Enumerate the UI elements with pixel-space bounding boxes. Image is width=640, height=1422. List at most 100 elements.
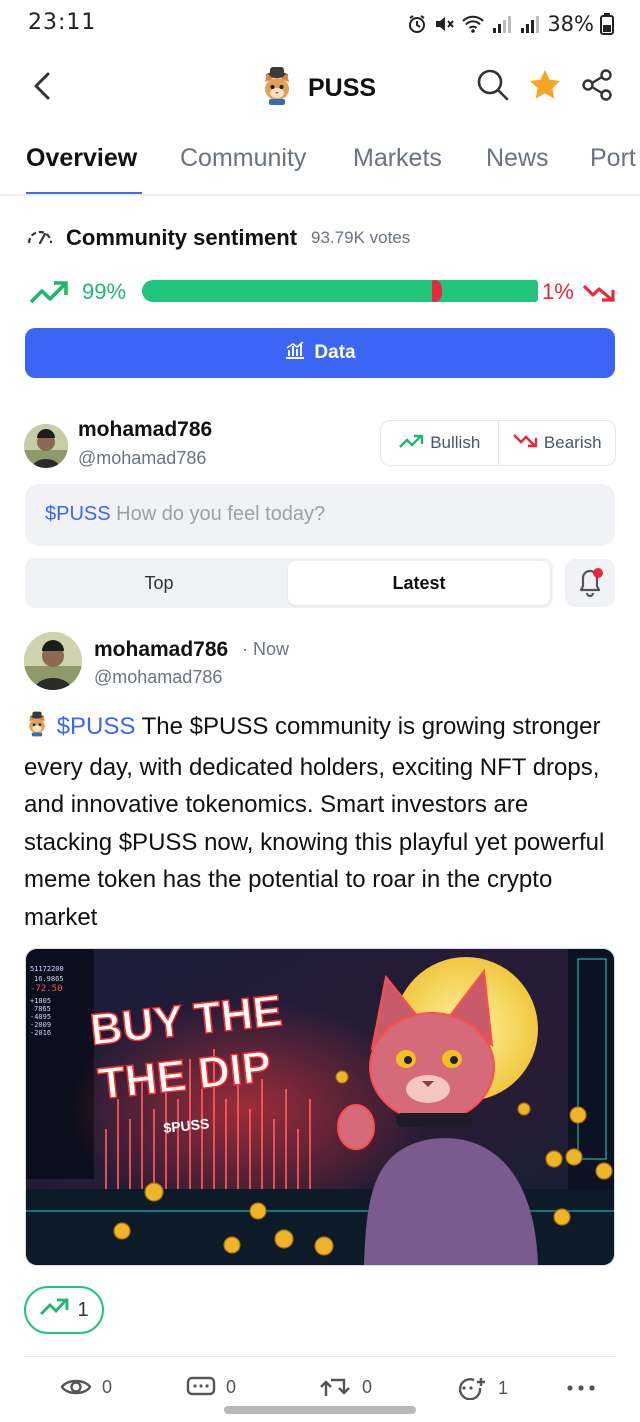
search-icon	[477, 69, 509, 101]
tab-overview[interactable]: Overview	[26, 144, 137, 173]
like-button[interactable]: 1	[24, 1286, 104, 1334]
ticker-number-5: 7865	[34, 1005, 51, 1013]
mute-icon	[433, 14, 455, 34]
sentiment-track	[142, 280, 542, 302]
bullish-percent: 99%	[82, 279, 127, 304]
home-indicator[interactable]	[224, 1406, 416, 1414]
data-button-label: Data	[314, 342, 356, 363]
wifi-icon	[461, 14, 485, 34]
current-user-handle: @mohamad786	[78, 448, 207, 468]
eye-icon	[60, 1379, 92, 1395]
add-reaction-icon	[458, 1378, 485, 1400]
post-header: mohamad786 · Now @mohamad786	[24, 632, 616, 692]
reaction-count: 1	[498, 1377, 509, 1398]
views-count: 0	[102, 1376, 113, 1397]
tab-markets[interactable]: Markets	[353, 144, 442, 173]
ticker-number-7: -2009	[30, 1021, 51, 1029]
ticker-number-8: -2016	[30, 1029, 51, 1037]
trending-up-icon	[39, 1297, 69, 1323]
star-icon	[530, 70, 560, 99]
bar-chart-icon	[284, 340, 306, 366]
comment-icon	[186, 1376, 216, 1396]
post-avatar[interactable]	[24, 632, 82, 690]
puss-logo-icon	[258, 66, 296, 111]
more-options-button[interactable]	[566, 1384, 596, 1392]
like-count: 1	[77, 1298, 89, 1321]
ticker-number-6: -4095	[30, 1013, 51, 1021]
sentiment-header: Community sentiment 93.79K votes	[26, 224, 410, 251]
favorite-button[interactable]	[528, 68, 562, 102]
search-button[interactable]	[476, 68, 510, 102]
repost-count: 0	[362, 1376, 373, 1397]
current-user-name: mohamad786	[78, 418, 213, 441]
sentiment-title: Community sentiment	[66, 224, 298, 250]
sentiment-bar: 99% 1%	[26, 276, 616, 308]
repost-button[interactable]: 0	[318, 1376, 372, 1398]
puss-logo-icon	[24, 711, 50, 749]
trending-down-icon	[512, 433, 538, 454]
status-icons: 38%	[407, 12, 614, 36]
ticker-number-3: -72.50	[30, 984, 63, 994]
battery-icon	[600, 13, 614, 35]
compose-input[interactable]: $PUSS How do you feel today?	[25, 484, 615, 546]
share-button[interactable]	[580, 68, 614, 102]
repost-icon	[320, 1378, 350, 1396]
reaction-button[interactable]: 1	[452, 1376, 508, 1400]
views-button[interactable]: 0	[60, 1376, 112, 1398]
notifications-button[interactable]	[565, 559, 615, 607]
ticker-number-2: 16.9865	[34, 975, 64, 983]
more-icon	[567, 1385, 595, 1391]
token-title: PUSS	[258, 66, 376, 111]
data-button[interactable]: Data	[25, 328, 615, 378]
active-tab-indicator	[26, 192, 142, 194]
sort-top-tab[interactable]: Top	[28, 561, 290, 605]
chevron-left-icon	[34, 72, 50, 100]
bearish-label: Bearish	[543, 433, 602, 452]
tab-community[interactable]: Community	[180, 144, 306, 173]
post-handle: @mohamad786	[94, 667, 223, 687]
share-icon	[582, 69, 612, 101]
buy-the-dip-illustration: 51172200 16.9865 -72.50 +1805 7865 -4095…	[26, 949, 614, 1265]
signal-icon-2	[519, 14, 541, 34]
avatar[interactable]	[24, 424, 68, 468]
post-time: · Now	[242, 639, 290, 659]
gauge-icon	[26, 224, 54, 251]
post-text: $PUSS The $PUSS community is growing str…	[24, 708, 620, 936]
sort-toggle: Top Latest	[25, 558, 553, 608]
signal-icon	[491, 14, 513, 34]
post-ticker-link[interactable]: $PUSS	[57, 713, 136, 740]
tab-bar: Overview Community Markets News Port	[0, 130, 640, 196]
bearish-button[interactable]: Bearish	[497, 421, 616, 465]
bullish-fill	[142, 280, 538, 302]
post-body-text: The $PUSS community is growing stronger …	[24, 713, 605, 931]
status-bar: 23:11 38%	[0, 0, 640, 48]
bell-icon	[579, 568, 603, 598]
votes-count: 93.79K votes	[311, 227, 411, 247]
trending-up-icon	[28, 278, 70, 311]
alarm-icon	[407, 14, 427, 34]
bullish-button[interactable]: Bullish	[381, 421, 498, 465]
ticker-number-4: +1805	[30, 997, 51, 1005]
tab-portfolio[interactable]: Port	[590, 144, 636, 173]
sentiment-vote-group: Bullish Bearish	[380, 420, 616, 466]
bearish-percent: 1%	[542, 279, 574, 304]
battery-level: 38%	[547, 12, 594, 36]
divider	[25, 1356, 615, 1357]
trending-down-icon	[582, 282, 616, 309]
page-title: PUSS	[308, 74, 377, 102]
compose-header: mohamad786 @mohamad786 Bullish Bearish	[24, 416, 616, 476]
trending-up-icon	[398, 433, 424, 454]
status-time: 23:11	[28, 10, 97, 35]
comment-count: 0	[226, 1376, 237, 1397]
comment-button[interactable]: 0	[186, 1376, 236, 1398]
app-header: PUSS	[0, 56, 640, 116]
compose-placeholder: How do you feel today?	[116, 503, 326, 525]
sort-latest-tab[interactable]: Latest	[288, 561, 550, 605]
post-image[interactable]: 51172200 16.9865 -72.50 +1805 7865 -4095…	[25, 948, 615, 1266]
ticker-number-1: 51172200	[30, 965, 64, 973]
bullish-label: Bullish	[430, 433, 481, 452]
tab-news[interactable]: News	[486, 144, 549, 173]
back-button[interactable]	[28, 68, 58, 104]
compose-ticker: $PUSS	[45, 503, 111, 525]
post-author[interactable]: mohamad786	[94, 638, 228, 662]
